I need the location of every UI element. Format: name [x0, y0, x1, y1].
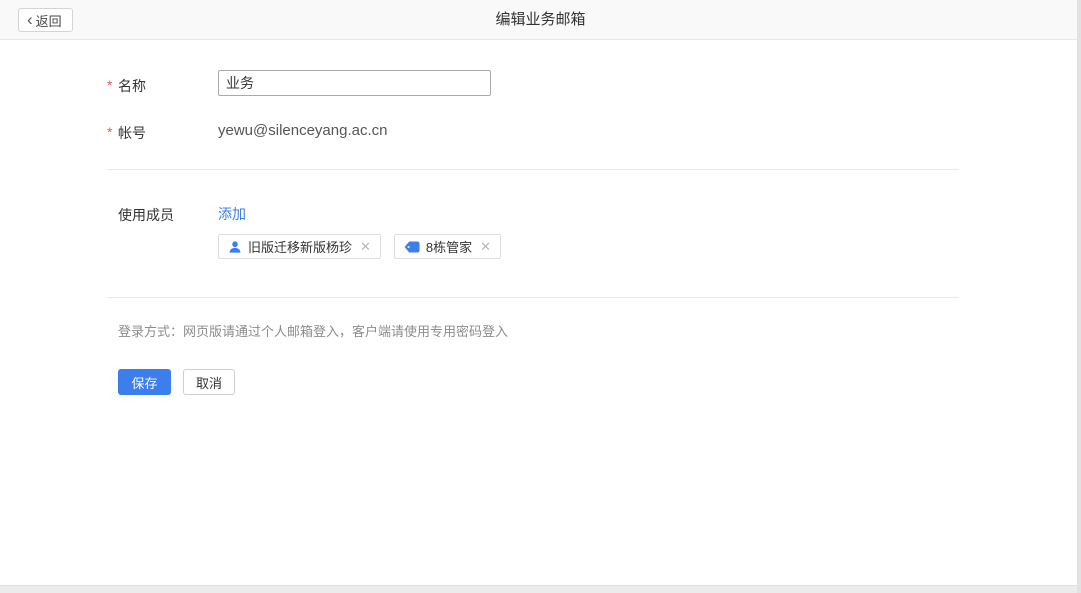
form-actions: 保存 取消 [118, 369, 235, 395]
chevron-left-icon: ‹ [27, 11, 33, 28]
remove-member-icon[interactable]: ✕ [480, 240, 491, 253]
member-tag: 8栋管家 ✕ [394, 234, 501, 259]
member-tag-name: 旧版迁移新版杨珍 [248, 237, 352, 256]
login-method-hint: 登录方式：网页版请通过个人邮箱登入，客户端请使用专用密码登入 [118, 321, 508, 340]
required-asterisk: * [107, 124, 112, 140]
remove-member-icon[interactable]: ✕ [360, 240, 371, 253]
divider [107, 297, 959, 298]
name-field-label: * 名称 [107, 76, 218, 96]
account-label-text: 帐号 [118, 125, 146, 141]
topbar: ‹ 返回 编辑业务邮箱 [0, 0, 1081, 40]
required-asterisk: * [107, 77, 112, 93]
right-scrollbar-track[interactable] [1077, 0, 1081, 593]
member-tags-row: 旧版迁移新版杨珍 ✕ 8栋管家 ✕ [218, 234, 501, 259]
members-label-text: 使用成员 [118, 207, 174, 223]
member-tag-name: 8栋管家 [426, 237, 472, 256]
tag-icon [404, 241, 420, 253]
back-button-label: 返回 [36, 11, 62, 30]
members-field-label: 使用成员 [107, 205, 218, 225]
back-button[interactable]: ‹ 返回 [18, 8, 73, 32]
account-value: yewu@silenceyang.ac.cn [218, 122, 387, 139]
divider [107, 169, 959, 170]
person-icon [228, 240, 242, 254]
name-label-text: 名称 [118, 78, 146, 94]
add-member-link[interactable]: 添加 [218, 204, 246, 224]
bottom-scrollbar-track[interactable] [0, 585, 1081, 593]
member-tag: 旧版迁移新版杨珍 ✕ [218, 234, 381, 259]
cancel-button[interactable]: 取消 [183, 369, 235, 395]
name-input[interactable] [218, 70, 491, 96]
account-field-label: * 帐号 [107, 123, 218, 143]
page-title: 编辑业务邮箱 [0, 0, 1081, 39]
save-button[interactable]: 保存 [118, 369, 171, 395]
